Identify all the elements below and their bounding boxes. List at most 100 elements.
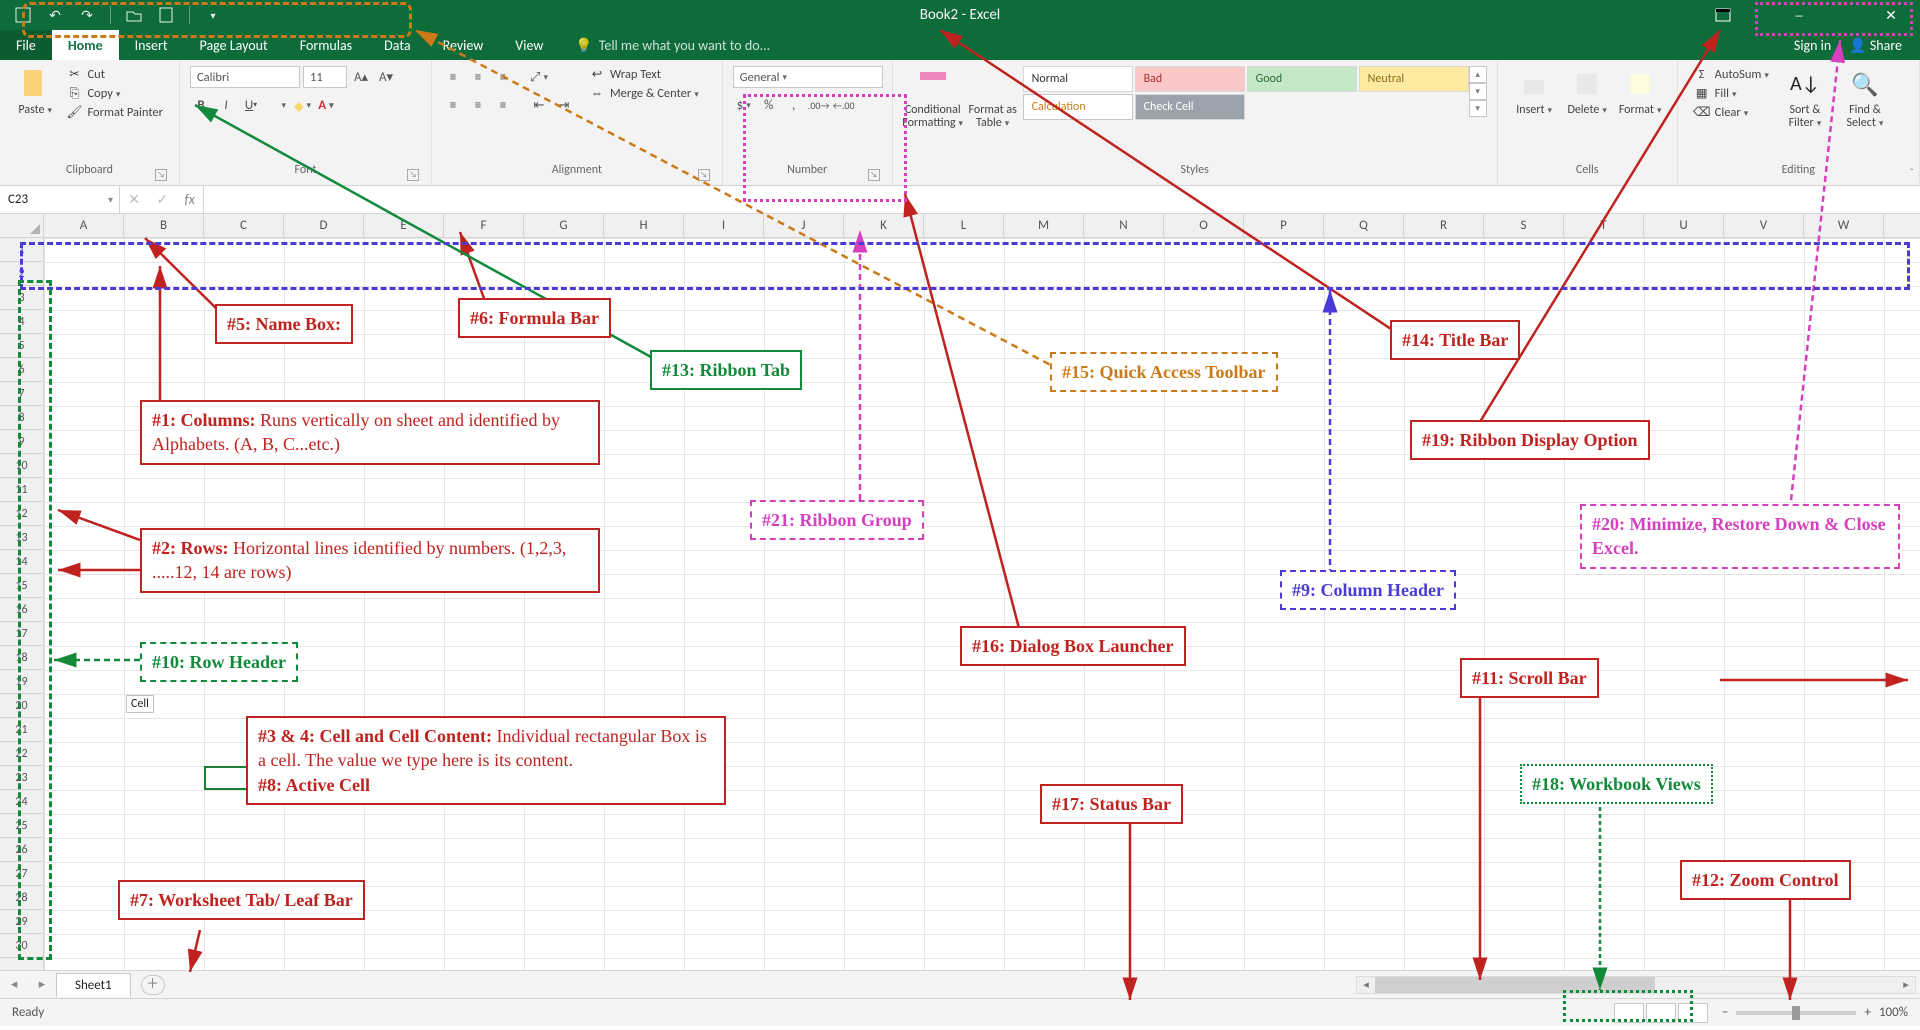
tab-view[interactable]: View <box>499 30 559 60</box>
bold-button[interactable]: B <box>190 94 212 116</box>
align-top-button[interactable]: ≡ <box>442 66 464 88</box>
cell-grid[interactable]: Cell <box>44 238 1920 970</box>
col-header-A[interactable]: A <box>44 214 124 237</box>
col-header-B[interactable]: B <box>124 214 204 237</box>
col-header-J[interactable]: J <box>764 214 844 237</box>
row-header-3[interactable]: 3 <box>0 286 43 310</box>
row-header-7[interactable]: 7 <box>0 382 43 406</box>
row-header-23[interactable]: 23 <box>0 766 43 790</box>
paste-button[interactable]: Paste <box>10 66 60 117</box>
cell-style-good[interactable]: Good <box>1247 66 1357 92</box>
format-as-table-button[interactable]: Format as Table <box>963 66 1023 130</box>
inc-decimal-button[interactable]: .00→ <box>808 94 830 116</box>
row-header-19[interactable]: 19 <box>0 670 43 694</box>
ribbon-options-icon[interactable] <box>1714 6 1732 24</box>
minimize-icon[interactable]: ─ <box>1790 6 1808 24</box>
view-page-layout-button[interactable] <box>1646 1003 1676 1023</box>
undo-icon[interactable]: ↶ <box>46 6 64 24</box>
tab-review[interactable]: Review <box>427 30 500 60</box>
row-header-15[interactable]: 15 <box>0 574 43 598</box>
row-header-20[interactable]: 20 <box>0 694 43 718</box>
tab-home[interactable]: Home <box>52 30 119 60</box>
col-header-T[interactable]: T <box>1564 214 1644 237</box>
restore-icon[interactable] <box>1836 6 1854 24</box>
row-header-17[interactable]: 17 <box>0 622 43 646</box>
align-bottom-button[interactable]: ≡ <box>492 66 514 88</box>
font-size-combo[interactable]: 11 <box>303 66 347 88</box>
fill-color-button[interactable] <box>290 94 312 116</box>
new-sheet-button[interactable]: ＋ <box>141 975 165 995</box>
tab-page-layout[interactable]: Page Layout <box>184 30 284 60</box>
fx-icon[interactable]: fx <box>184 191 194 208</box>
row-header-4[interactable]: 4 <box>0 310 43 334</box>
col-header-V[interactable]: V <box>1724 214 1804 237</box>
view-page-break-button[interactable] <box>1678 1003 1708 1023</box>
row-header-27[interactable]: 27 <box>0 862 43 886</box>
cell-styles-gallery[interactable]: NormalBadGoodNeutralCalculationCheck Cel… <box>1023 66 1487 120</box>
tab-file[interactable]: File <box>0 30 52 60</box>
percent-button[interactable]: % <box>758 94 780 116</box>
row-header-12[interactable]: 12 <box>0 502 43 526</box>
col-header-H[interactable]: H <box>604 214 684 237</box>
clipboard-dialog-launcher[interactable]: ↘ <box>155 169 167 181</box>
cancel-icon[interactable]: ✕ <box>128 191 140 208</box>
row-header-22[interactable]: 22 <box>0 742 43 766</box>
align-right-button[interactable]: ≡ <box>492 94 514 116</box>
gallery-down[interactable]: ▾ <box>1469 83 1487 100</box>
indent-inc-button[interactable]: ⇥ <box>553 94 575 116</box>
format-cells-button[interactable]: Format <box>1614 66 1667 117</box>
collapse-ribbon-icon[interactable]: ˆ <box>1909 167 1914 181</box>
copy-button[interactable]: ⎘Copy <box>66 85 163 101</box>
insert-cells-button[interactable]: Insert <box>1508 66 1561 117</box>
italic-button[interactable]: I <box>215 94 237 116</box>
font-dialog-launcher[interactable]: ↘ <box>407 169 419 181</box>
row-header-18[interactable]: 18 <box>0 646 43 670</box>
row-header-28[interactable]: 28 <box>0 886 43 910</box>
dec-decimal-button[interactable]: ←.00 <box>833 94 855 116</box>
col-header-U[interactable]: U <box>1644 214 1724 237</box>
row-header-9[interactable]: 9 <box>0 430 43 454</box>
number-format-combo[interactable]: General <box>733 66 883 88</box>
accounting-button[interactable]: $ <box>733 94 755 116</box>
row-header-8[interactable]: 8 <box>0 406 43 430</box>
open-icon[interactable] <box>125 6 143 24</box>
number-dialog-launcher[interactable]: ↘ <box>868 169 880 181</box>
row-header-29[interactable]: 29 <box>0 910 43 934</box>
alignment-dialog-launcher[interactable]: ↘ <box>698 169 710 181</box>
col-header-W[interactable]: W <box>1804 214 1884 237</box>
align-center-button[interactable]: ≡ <box>467 94 489 116</box>
tab-insert[interactable]: Insert <box>119 30 184 60</box>
new-icon[interactable] <box>157 6 175 24</box>
active-cell[interactable] <box>204 766 284 790</box>
delete-cells-button[interactable]: Delete <box>1561 66 1614 117</box>
font-name-combo[interactable]: Calibri <box>190 66 300 88</box>
cut-button[interactable]: ✂Cut <box>66 66 163 82</box>
row-header-25[interactable]: 25 <box>0 814 43 838</box>
zoom-in-button[interactable]: + <box>1864 1005 1870 1020</box>
row-header-11[interactable]: 11 <box>0 478 43 502</box>
underline-button[interactable]: U▾ <box>240 94 262 116</box>
col-header-M[interactable]: M <box>1004 214 1084 237</box>
row-header-6[interactable]: 6 <box>0 358 43 382</box>
sign-in-link[interactable]: Sign in <box>1794 37 1831 54</box>
shrink-font-button[interactable]: A▾ <box>375 66 397 88</box>
autosum-button[interactable]: ΣAutoSum <box>1694 66 1769 82</box>
indent-dec-button[interactable]: ⇤ <box>528 94 550 116</box>
fill-button[interactable]: ▦Fill <box>1694 85 1769 101</box>
tab-formulas[interactable]: Formulas <box>284 30 368 60</box>
col-header-L[interactable]: L <box>924 214 1004 237</box>
tell-me[interactable]: 💡 Tell me what you want to do... <box>559 30 1776 60</box>
row-header-24[interactable]: 24 <box>0 790 43 814</box>
col-header-C[interactable]: C <box>204 214 284 237</box>
find-select-button[interactable]: 🔍Find & Select <box>1835 66 1895 130</box>
wrap-text-button[interactable]: ↩Wrap Text <box>589 66 699 82</box>
row-header-16[interactable]: 16 <box>0 598 43 622</box>
col-header-R[interactable]: R <box>1404 214 1484 237</box>
col-header-N[interactable]: N <box>1084 214 1164 237</box>
col-header-K[interactable]: K <box>844 214 924 237</box>
row-header-2[interactable]: 2 <box>0 262 43 286</box>
cell-style-neutral[interactable]: Neutral <box>1359 66 1469 92</box>
horizontal-scrollbar[interactable]: ◂▸ <box>165 976 1920 994</box>
row-header-10[interactable]: 10 <box>0 454 43 478</box>
border-button[interactable] <box>265 94 287 116</box>
